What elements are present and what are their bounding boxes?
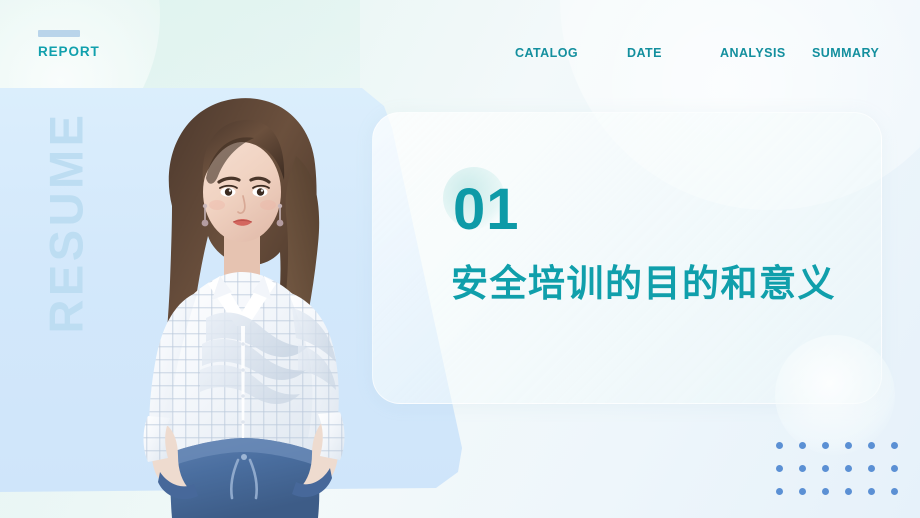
card-blob-secondary-icon (775, 335, 895, 455)
dot (891, 442, 898, 449)
dot (776, 488, 783, 495)
brand-label: REPORT (38, 44, 100, 59)
brand-accent-bar-icon (38, 30, 80, 37)
slide-root: REPORT CATALOG DATE ANALYSIS SUMMARY RES… (0, 0, 920, 518)
dot (845, 488, 852, 495)
dot (822, 442, 829, 449)
dot (845, 442, 852, 449)
resume-vertical-label: RESUME (39, 111, 93, 334)
dot (868, 488, 875, 495)
section-content-card: 01 安全培训的目的和意义 (372, 112, 895, 455)
dot (868, 442, 875, 449)
dot (799, 465, 806, 472)
dot (868, 465, 875, 472)
nav-item-date[interactable]: DATE (627, 44, 720, 62)
person-photo (120, 86, 370, 518)
dot (799, 488, 806, 495)
dot (891, 465, 898, 472)
nav-item-catalog[interactable]: CATALOG (515, 44, 627, 62)
nav-item-analysis[interactable]: ANALYSIS (720, 44, 812, 62)
main-navigation[interactable]: CATALOG DATE ANALYSIS SUMMARY (515, 44, 890, 62)
dot (776, 465, 783, 472)
dot (822, 465, 829, 472)
dot (776, 442, 783, 449)
dot-grid-decoration (776, 442, 914, 511)
slide-header: REPORT CATALOG DATE ANALYSIS SUMMARY (0, 0, 920, 88)
dot (822, 488, 829, 495)
dot (845, 465, 852, 472)
dot (891, 488, 898, 495)
section-number: 01 (453, 177, 520, 242)
nav-item-summary[interactable]: SUMMARY (812, 44, 880, 62)
brand: REPORT (38, 30, 100, 59)
dot (799, 442, 806, 449)
section-title: 安全培训的目的和意义 (451, 263, 836, 304)
